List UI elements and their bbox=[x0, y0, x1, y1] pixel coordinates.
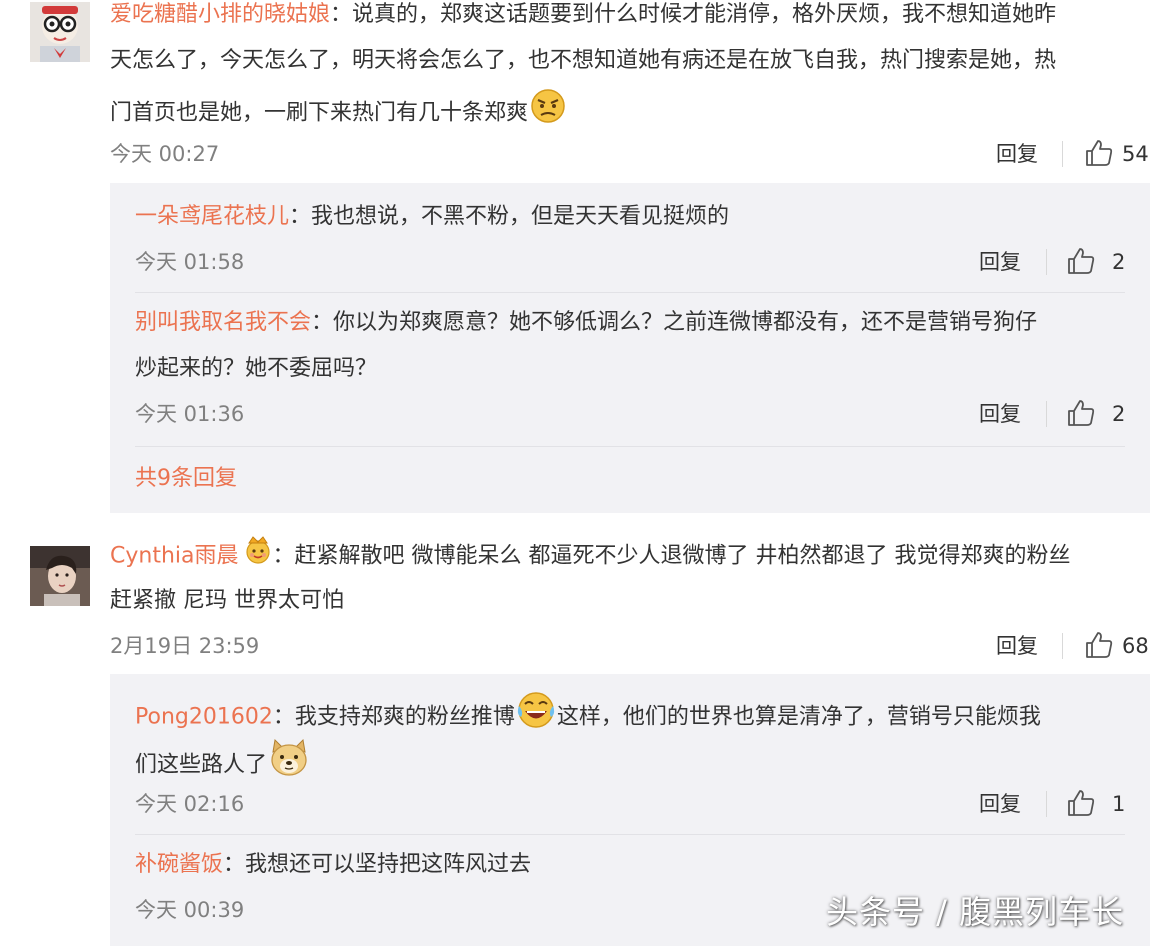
reply-text: 我想还可以坚持把这阵风过去 bbox=[245, 852, 532, 877]
reply-divider bbox=[135, 292, 1125, 293]
comment-text: 赶紧解散吧 微博能呆么 都逼死不少人退微博了 井柏然都退了 我觉得郑爽的粉丝 bbox=[294, 543, 1071, 569]
reply-text: 们这些路人了 bbox=[135, 752, 268, 778]
comment-line-2: 赶紧撤 尼玛 世界太可怕 bbox=[110, 588, 344, 613]
comment-username[interactable]: 爱吃糖醋小排的晓姑娘 bbox=[110, 2, 330, 27]
colon: ： bbox=[289, 204, 312, 229]
reply-username[interactable]: 补碗酱饭 bbox=[135, 852, 223, 877]
divider bbox=[1046, 401, 1047, 427]
like-icon[interactable] bbox=[1066, 398, 1096, 428]
colon: ： bbox=[272, 543, 295, 569]
divider bbox=[1046, 791, 1047, 817]
reply-button[interactable]: 回复 bbox=[979, 790, 1021, 818]
like-count: 2 bbox=[1112, 402, 1126, 426]
crown-face-badge bbox=[243, 534, 273, 573]
divider bbox=[1062, 633, 1063, 659]
like-count: 68 bbox=[1122, 634, 1149, 658]
colon: ： bbox=[272, 704, 295, 730]
replies-panel bbox=[110, 183, 1150, 513]
comment-line-1: Cynthia雨晨 ：赶紧解散吧 微博能呆么 都逼死不少人退微博了 井柏然都退了… bbox=[110, 536, 1071, 573]
reply-username[interactable]: 一朵鸢尾花枝儿 bbox=[135, 204, 289, 229]
comment-timestamp: 2月19日 23:59 bbox=[110, 634, 260, 658]
colon: ： bbox=[330, 2, 353, 27]
like-icon[interactable] bbox=[1084, 630, 1114, 660]
comment-username[interactable]: Cynthia雨晨 bbox=[110, 544, 239, 569]
more-replies-link[interactable]: 共9条回复 bbox=[135, 464, 237, 494]
laugh-cry-emoji bbox=[515, 690, 557, 739]
reply-line: 补碗酱饭：我想还可以坚持把这阵风过去 bbox=[135, 850, 531, 880]
comment-text: 说真的，郑爽这话题要到什么时候才能消停，格外厌烦，我不想知道她昨 bbox=[352, 2, 1057, 27]
comment-text: 门首页也是她，一刷下来热门有几十条郑爽 bbox=[110, 100, 529, 126]
like-count: 54 bbox=[1122, 142, 1149, 166]
reply-text: 我支持郑爽的粉丝推博 bbox=[294, 704, 515, 730]
reply-timestamp: 今天 02:16 bbox=[135, 792, 245, 816]
reply-line-2: 炒起来的？她不委屈吗？ bbox=[135, 356, 378, 381]
reply-divider bbox=[135, 446, 1125, 447]
like-count: 1 bbox=[1112, 792, 1126, 816]
reply-line: Pong201602：我支持郑爽的粉丝推博 这样，他们的世界也算是清净了，营销号… bbox=[135, 692, 1041, 739]
like-icon[interactable] bbox=[1066, 788, 1096, 818]
reply-username[interactable]: 别叫我取名我不会 bbox=[135, 310, 311, 335]
like-icon[interactable] bbox=[1066, 246, 1096, 276]
reply-button[interactable]: 回复 bbox=[979, 400, 1021, 428]
reply-text: 这样，他们的世界也算是清净了，营销号只能烦我 bbox=[556, 704, 1041, 730]
comment-timestamp: 今天 00:27 bbox=[110, 142, 220, 166]
reply-divider bbox=[135, 834, 1125, 835]
watermark: 头条号 / 腹黑列车长 bbox=[826, 893, 1125, 931]
reply-timestamp: 今天 01:58 bbox=[135, 250, 245, 274]
angry-face-emoji bbox=[528, 88, 568, 133]
comment-line-3: 门首页也是她，一刷下来热门有几十条郑爽 bbox=[110, 89, 568, 133]
reply-timestamp: 今天 01:36 bbox=[135, 402, 245, 426]
reply-text: 我也想说，不黑不粉，但是天天看见挺烦的 bbox=[311, 204, 730, 229]
reply-button[interactable]: 回复 bbox=[979, 248, 1021, 276]
comment-line-2: 天怎么了，今天怎么了，明天将会怎么了，也不想知道她有病还是在放飞自我，热门搜索是… bbox=[110, 48, 1057, 73]
comment-line-1: 爱吃糖醋小排的晓姑娘：说真的，郑爽这话题要到什么时候才能消停，格外厌烦，我不想知… bbox=[110, 0, 1056, 30]
avatar[interactable] bbox=[30, 2, 90, 62]
reply-line: 一朵鸢尾花枝儿：我也想说，不黑不粉，但是天天看见挺烦的 bbox=[135, 202, 729, 232]
divider bbox=[1046, 249, 1047, 275]
avatar[interactable] bbox=[30, 546, 90, 606]
reply-line-2: 们这些路人了 bbox=[135, 738, 311, 787]
doge-emoji bbox=[267, 738, 311, 787]
reply-timestamp: 今天 00:39 bbox=[135, 898, 245, 922]
like-count: 2 bbox=[1112, 250, 1126, 274]
colon: ： bbox=[223, 852, 246, 877]
reply-username[interactable]: Pong201602 bbox=[135, 705, 273, 730]
reply-button[interactable]: 回复 bbox=[996, 632, 1038, 660]
colon: ： bbox=[311, 310, 334, 335]
reply-line: 别叫我取名我不会：你以为郑爽愿意？她不够低调么？之前连微博都没有，还不是营销号狗… bbox=[135, 308, 1037, 338]
divider bbox=[1062, 141, 1063, 167]
like-icon[interactable] bbox=[1084, 138, 1114, 168]
reply-button[interactable]: 回复 bbox=[996, 140, 1038, 168]
reply-text: 你以为郑爽愿意？她不够低调么？之前连微博都没有，还不是营销号狗仔 bbox=[333, 310, 1038, 335]
